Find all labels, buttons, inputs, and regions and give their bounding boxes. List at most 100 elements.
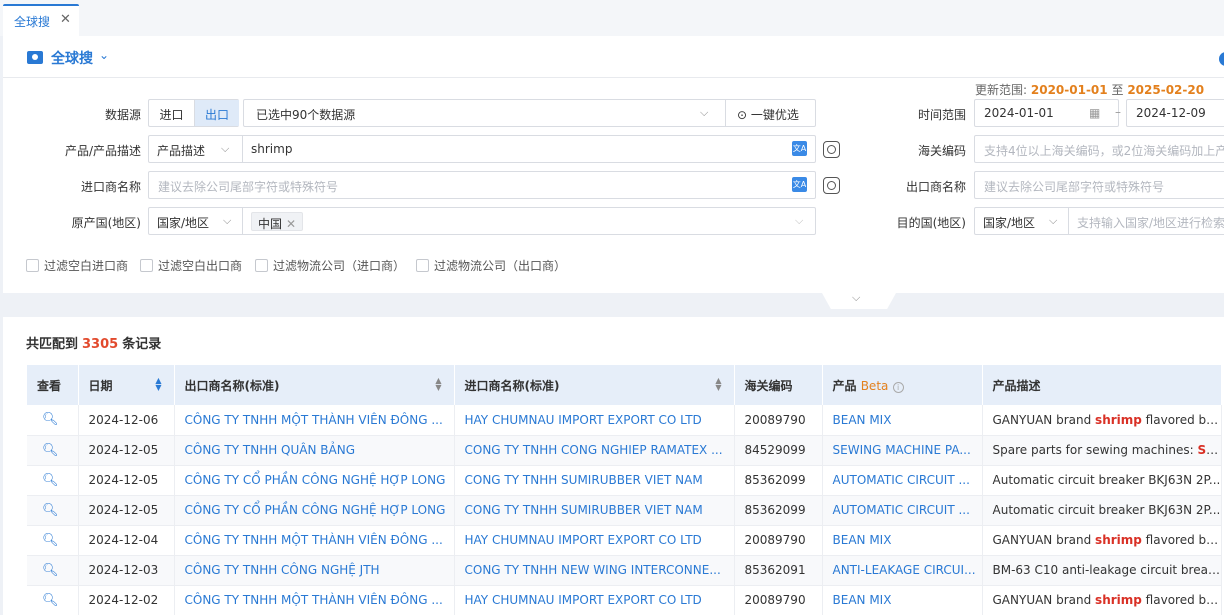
- info-icon[interactable]: i: [892, 381, 904, 393]
- col-date[interactable]: 日期 ▲ ▼: [78, 365, 175, 405]
- search-icon[interactable]: 🔍︎: [37, 412, 59, 427]
- cell-importer[interactable]: CONG TY TNHH SUMIRUBBER VIET NAM: [454, 495, 735, 526]
- exporter-input[interactable]: 建议去除公司尾部字符或特殊符号: [974, 171, 1224, 199]
- product-mode-select[interactable]: 产品描述: [157, 142, 205, 159]
- expand-search-icon[interactable]: [823, 177, 840, 194]
- cell-product[interactable]: BEAN MIX: [822, 585, 983, 615]
- search-icon[interactable]: 🔍︎: [37, 533, 59, 548]
- origin-field: 国家/地区 ⌵ 中国 ✕ ⌵: [148, 207, 816, 235]
- col-product: 产品 Beta i: [822, 365, 983, 405]
- cell-importer[interactable]: HAY CHUMNAU IMPORT EXPORT CO LTD: [454, 585, 735, 615]
- end-date-input[interactable]: 2024-12-09: [1126, 99, 1224, 127]
- cell-product[interactable]: AUTOMATIC CIRCUIT ...: [822, 495, 983, 526]
- table-row[interactable]: 🔍︎ 2024-12-06 CÔNG TY TNHH MỘT THÀNH VIÊN …: [27, 405, 1222, 436]
- table-row[interactable]: 🔍︎ 2024-12-05 CÔNG TY CỔ PHẦN CÔNG NGHỆ HỢ…: [27, 495, 1222, 526]
- product-input[interactable]: shrimp: [251, 142, 292, 156]
- filter-checkbox[interactable]: [255, 259, 268, 272]
- hs-code-label: 海关编码: [917, 144, 966, 158]
- col-exporter[interactable]: 出口商名称(标准) ▲ ▼: [174, 365, 455, 405]
- cell-exporter[interactable]: CÔNG TY TNHH CÔNG NGHỆ JTH: [174, 555, 455, 586]
- table-row[interactable]: 🔍︎ 2024-12-05 CÔNG TY TNHH QUÂN BẢNG CONG T…: [27, 435, 1222, 466]
- chevron-down-icon[interactable]: ⌄: [99, 48, 109, 62]
- filter-checkbox[interactable]: [416, 259, 429, 272]
- globe-search-icon: [27, 51, 43, 64]
- page-title[interactable]: 全球搜: [51, 48, 93, 68]
- cell-date: 2024-12-05: [78, 465, 175, 496]
- product-label: 产品/产品描述: [64, 144, 141, 158]
- table-row[interactable]: 🔍︎ 2024-12-05 CÔNG TY CỔ PHẦN CÔNG NGHỆ HỢ…: [27, 465, 1222, 496]
- cell-exporter[interactable]: CÔNG TY TNHH MỘT THÀNH VIÊN ĐÔNG ...: [174, 405, 455, 436]
- cell-product[interactable]: SEWING MACHINE PA...: [822, 435, 983, 466]
- cell-importer[interactable]: HAY CHUMNAU IMPORT EXPORT CO LTD: [454, 405, 735, 436]
- close-icon[interactable]: ✕: [60, 12, 71, 27]
- results-table: 查看 日期 ▲ ▼ 出口商名称(标准) ▲ ▼ 进口商名称(标准) ▲ ▼ 海关编码 产品 …: [27, 365, 1222, 615]
- table-header-row: 查看 日期 ▲ ▼ 出口商名称(标准) ▲ ▼ 进口商名称(标准) ▲ ▼ 海关编码 产品 …: [27, 365, 1222, 405]
- search-icon[interactable]: 🔍︎: [37, 563, 59, 578]
- destination-input[interactable]: 支持输入国家/地区进行检索: [1077, 214, 1224, 231]
- cell-importer[interactable]: CONG TY TNHH CONG NGHIEP RAMATEX ...: [454, 435, 735, 466]
- cell-importer[interactable]: CONG TY TNHH NEW WING INTERCONNE...: [454, 555, 735, 586]
- importer-label: 进口商名称: [80, 180, 141, 194]
- destination-mode-select[interactable]: 国家/地区: [983, 214, 1035, 231]
- search-icon[interactable]: 🔍︎: [37, 503, 59, 518]
- product-search-field: 产品描述 ⌵ shrimp 文A: [148, 135, 816, 163]
- cell-description: GANYUAN brand shrimp flavored be...: [982, 405, 1222, 436]
- filter-label[interactable]: 过滤空白进口商: [44, 257, 128, 274]
- start-date-input[interactable]: 2024-01-01 ▦: [974, 99, 1119, 127]
- origin-mode-select[interactable]: 国家/地区: [157, 214, 209, 231]
- origin-tag[interactable]: 中国 ✕: [251, 212, 304, 231]
- cell-date: 2024-12-06: [78, 405, 175, 436]
- cell-product[interactable]: BEAN MIX: [822, 405, 983, 436]
- cell-exporter[interactable]: CÔNG TY TNHH MỘT THÀNH VIÊN ĐÔNG ...: [174, 585, 455, 615]
- export-toggle[interactable]: 出口: [195, 100, 239, 126]
- importer-input[interactable]: 建议去除公司尾部字符或特殊符号 文A: [148, 171, 816, 199]
- exporter-label: 出口商名称: [905, 180, 966, 194]
- cell-description: Automatic circuit breaker BKJ63N 2P...: [982, 495, 1222, 526]
- cell-exporter[interactable]: CÔNG TY CỔ PHẦN CÔNG NGHỆ HỢP LONG: [174, 465, 455, 496]
- import-toggle[interactable]: 进口: [149, 100, 194, 126]
- cell-hs-code: 84529099: [734, 435, 823, 466]
- expand-search-icon[interactable]: [823, 141, 840, 158]
- chevron-down-icon[interactable]: ⌵: [852, 291, 860, 305]
- translate-icon[interactable]: 文A: [792, 141, 807, 156]
- search-icon[interactable]: 🔍︎: [37, 473, 59, 488]
- sort-icon: ▲ ▼: [715, 376, 722, 392]
- tab-bar: 全球搜 ✕: [0, 0, 1224, 36]
- destination-label: 目的国(地区): [896, 216, 966, 230]
- table-row[interactable]: 🔍︎ 2024-12-04 CÔNG TY TNHH MỘT THÀNH VIÊN …: [27, 525, 1222, 556]
- table-row[interactable]: 🔍︎ 2024-12-03 CÔNG TY TNHH CÔNG NGHỆ JTH CO…: [27, 555, 1222, 586]
- trade-direction-toggle: 进口 出口: [148, 99, 239, 127]
- cell-exporter[interactable]: CÔNG TY TNHH MỘT THÀNH VIÊN ĐÔNG ...: [174, 525, 455, 556]
- divider: [3, 77, 1224, 78]
- calendar-icon: ▦: [1089, 106, 1101, 120]
- filter-checkbox[interactable]: [140, 259, 153, 272]
- hs-code-input[interactable]: 支持4位以上海关编码，或2位海关编码加上产品描述: [974, 135, 1224, 163]
- filter-checkbox[interactable]: [26, 259, 39, 272]
- chevron-down-icon[interactable]: ⌵: [795, 214, 803, 228]
- col-importer[interactable]: 进口商名称(标准) ▲ ▼: [454, 365, 735, 405]
- cell-description: GANYUAN brand shrimp flavored be...: [982, 525, 1222, 556]
- cell-product[interactable]: BEAN MIX: [822, 525, 983, 556]
- cell-importer[interactable]: HAY CHUMNAU IMPORT EXPORT CO LTD: [454, 525, 735, 556]
- filter-label[interactable]: 过滤空白出口商: [158, 257, 242, 274]
- chevron-down-icon: ⌵: [1049, 214, 1058, 227]
- translate-icon[interactable]: 文A: [792, 177, 807, 192]
- close-icon[interactable]: ✕: [286, 217, 296, 231]
- filter-label[interactable]: 过滤物流公司（进口商）: [273, 257, 405, 274]
- cell-importer[interactable]: CONG TY TNHH SUMIRUBBER VIET NAM: [454, 465, 735, 496]
- result-count: 共匹配到 3305 条记录: [26, 337, 162, 352]
- tab-global-search[interactable]: 全球搜 ✕: [3, 4, 79, 36]
- search-icon[interactable]: 🔍︎: [37, 593, 59, 608]
- cell-product[interactable]: AUTOMATIC CIRCUIT ...: [822, 465, 983, 496]
- cell-hs-code: 85362091: [734, 555, 823, 586]
- tab-label: 全球搜: [14, 15, 51, 29]
- cell-exporter[interactable]: CÔNG TY CỔ PHẦN CÔNG NGHỆ HỢP LONG: [174, 495, 455, 526]
- filter-label[interactable]: 过滤物流公司（出口商）: [434, 257, 566, 274]
- search-icon[interactable]: 🔍︎: [37, 443, 59, 458]
- table-row[interactable]: 🔍︎ 2024-12-02 CÔNG TY TNHH MỘT THÀNH VIÊN …: [27, 585, 1222, 615]
- data-source-select[interactable]: 已选中90个数据源 ⌵ ⊙ 一键优选: [243, 99, 816, 127]
- side-tool-handle[interactable]: [1219, 52, 1224, 66]
- cell-exporter[interactable]: CÔNG TY TNHH QUÂN BẢNG: [174, 435, 455, 466]
- one-click-optimize-button[interactable]: ⊙ 一键优选: [737, 106, 799, 123]
- cell-product[interactable]: ANTI-LEAKAGE CIRCUI...: [822, 555, 983, 586]
